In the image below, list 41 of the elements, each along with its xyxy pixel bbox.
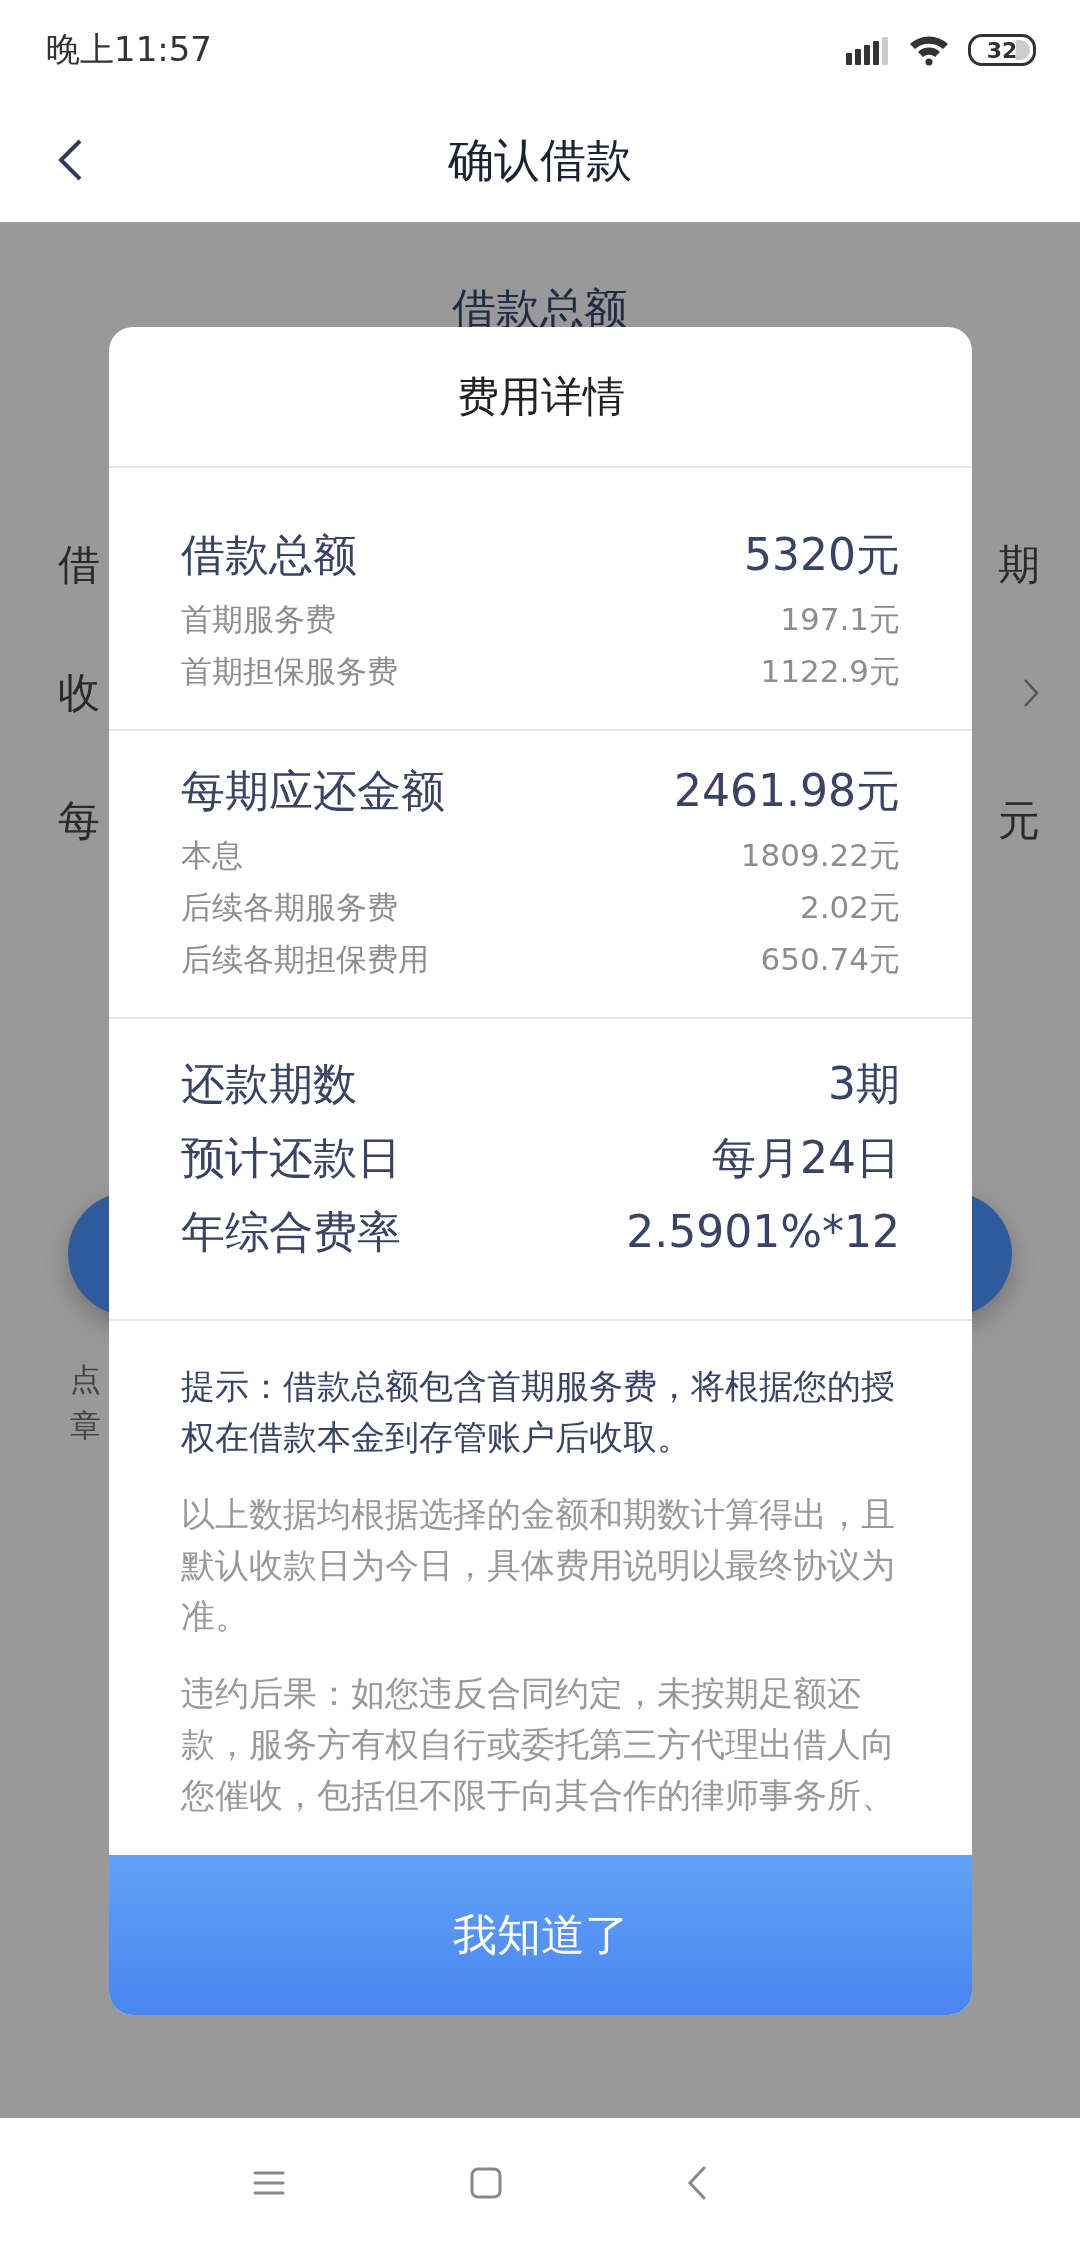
fee-value: 650.74元 <box>760 940 900 979</box>
chevron-icon <box>1022 677 1040 709</box>
fee-label: 后续各期担保费用 <box>181 940 429 979</box>
fee-value: 2.5901%*12 <box>626 1205 900 1259</box>
fee-value: 每月24日 <box>712 1131 900 1185</box>
row-value: 期 <box>998 539 1040 591</box>
fee-label: 后续各期服务费 <box>181 888 398 927</box>
row-value: 元 <box>998 795 1040 847</box>
fee-label: 年综合费率 <box>181 1205 401 1259</box>
dialog-title: 费用详情 <box>109 327 972 468</box>
fee-label: 借款总额 <box>181 528 357 582</box>
fee-value: 3期 <box>828 1057 900 1111</box>
back-icon[interactable] <box>56 138 84 182</box>
row-label: 收 <box>58 667 100 719</box>
fee-value: 197.1元 <box>780 600 900 639</box>
note-text: 点 <box>70 1360 101 1399</box>
fee-value: 1122.9元 <box>760 652 900 691</box>
note-paragraph: 以上数据均根据选择的金额和期数计算得出，且默认收款日为今日，具体费用说明以最终协议为准。 <box>181 1493 896 1638</box>
fee-label: 首期担保服务费 <box>181 652 398 691</box>
wifi-icon <box>908 34 950 66</box>
fee-label: 预计还款日 <box>181 1131 401 1185</box>
fee-label: 还款期数 <box>181 1057 357 1111</box>
status-time: 晚上11:57 <box>46 28 212 71</box>
confirm-button[interactable]: 我知道了 <box>109 1855 972 2015</box>
note-paragraph: 违约后果：如您违反合同约定，未按期足额还款，服务方有权自行或委托第三方代理出借人向您催收，包括但不限于向其合作的律师事务所、 <box>181 1672 896 1817</box>
menu-icon[interactable] <box>253 2170 285 2196</box>
fee-label: 首期服务费 <box>181 600 336 639</box>
fee-label: 本息 <box>181 836 243 875</box>
note-text: 章 <box>70 1406 101 1445</box>
fee-value: 2.02元 <box>799 888 900 927</box>
home-icon[interactable] <box>470 2167 502 2199</box>
signal-icon <box>846 35 890 65</box>
hint-text: 提示：借款总额包含首期服务费，将根据您的授权在借款本金到存管账户后收取。 <box>181 1365 896 1459</box>
battery-icon: 32 <box>968 34 1036 66</box>
fee-value: 2461.98元 <box>674 764 900 818</box>
row-label: 借 <box>58 539 100 591</box>
fee-value: 5320元 <box>744 528 900 582</box>
fee-label: 每期应还金额 <box>181 764 445 818</box>
row-label: 每 <box>58 795 100 847</box>
fee-value: 1809.22元 <box>740 836 900 875</box>
page-title: 确认借款 <box>448 132 632 189</box>
